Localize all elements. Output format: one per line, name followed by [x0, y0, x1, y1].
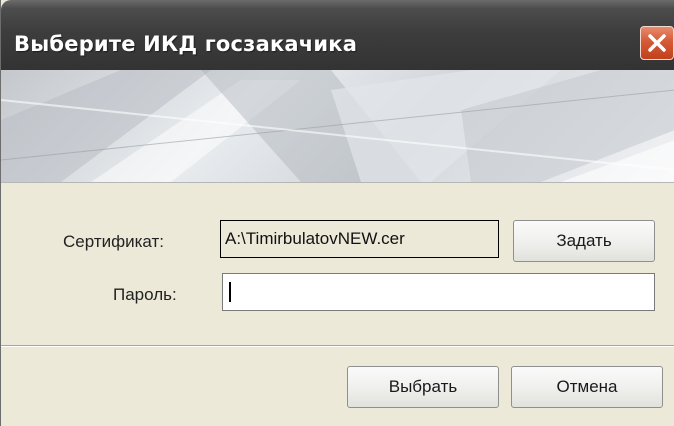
banner-graphic — [1, 70, 674, 182]
header-banner — [1, 70, 674, 183]
title-bar[interactable]: Выберите ИКД госзакачика — [1, 0, 674, 70]
window-title: Выберите ИКД госзакачика — [14, 32, 358, 56]
form-area — [1, 183, 674, 343]
text-caret — [229, 282, 231, 302]
close-icon — [648, 34, 666, 52]
select-button[interactable]: Выбрать — [347, 366, 499, 408]
certificate-label: Сертификат: — [63, 232, 164, 251]
password-label: Пароль: — [113, 285, 177, 304]
close-button[interactable] — [640, 26, 674, 60]
cancel-button[interactable]: Отмена — [511, 366, 663, 408]
password-input[interactable] — [222, 273, 655, 311]
dialog-window: Выберите ИКД госзакачика Сертификат: A:\… — [0, 0, 674, 426]
separator-line — [1, 345, 674, 347]
certificate-path-field: A:\TimirbulatovNEW.cer — [220, 220, 499, 258]
set-certificate-button[interactable]: Задать — [513, 220, 655, 262]
